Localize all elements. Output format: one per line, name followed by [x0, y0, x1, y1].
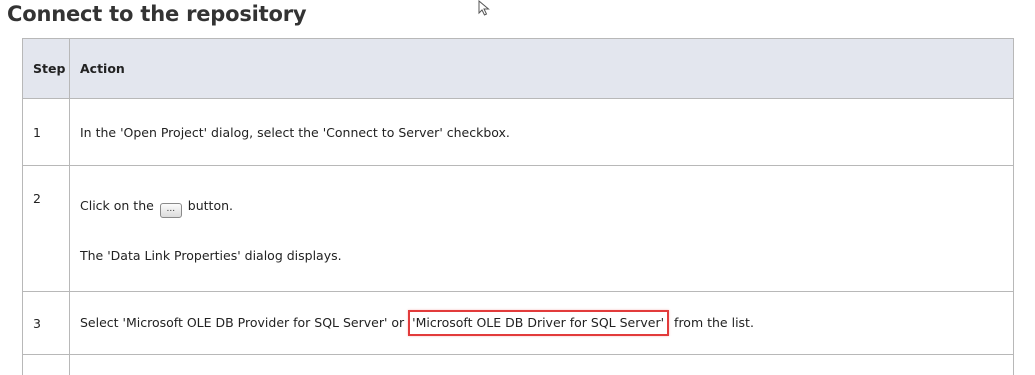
highlighted-driver-name: 'Microsoft OLE DB Driver for SQL Server': [408, 310, 669, 336]
step-action-text: from the list.: [674, 315, 754, 330]
step-action: Click on the ... button.: [80, 197, 1003, 218]
step-action: In the 'Open Project' dialog, select the…: [70, 99, 1014, 166]
table-row: 3 Select 'Microsoft OLE DB Provider for …: [23, 292, 1014, 355]
header-action: Action: [70, 39, 1014, 99]
step-note: The 'Data Link Properties' dialog displa…: [80, 248, 1003, 263]
table-row: 2 Click on the ... button. The 'Data Lin…: [23, 166, 1014, 292]
table-row: [23, 355, 1014, 375]
step-number: 1: [23, 99, 70, 166]
header-step: Step: [23, 39, 70, 99]
step-action-cell: Click on the ... button. The 'Data Link …: [70, 166, 1014, 292]
page-title: Connect to the repository: [7, 2, 306, 26]
step-action-text: Click on the: [80, 198, 154, 213]
step-number: 3: [23, 292, 70, 355]
step-number-cell: [23, 355, 70, 375]
ellipsis-button-icon: ...: [160, 203, 182, 218]
step-number-cell: 2: [23, 166, 70, 292]
table-header-row: Step Action: [23, 39, 1014, 99]
step-action-text: Select 'Microsoft OLE DB Provider for SQ…: [80, 315, 404, 330]
step-action-cell: Select 'Microsoft OLE DB Provider for SQ…: [70, 292, 1014, 355]
step-action-cell: [70, 355, 1014, 375]
table-row: 1 In the 'Open Project' dialog, select t…: [23, 99, 1014, 166]
mouse-pointer-icon: [478, 0, 494, 16]
step-action-text: button.: [188, 198, 233, 213]
step-number: 2: [33, 191, 65, 206]
steps-table: Step Action 1 In the 'Open Project' dial…: [22, 38, 1014, 375]
